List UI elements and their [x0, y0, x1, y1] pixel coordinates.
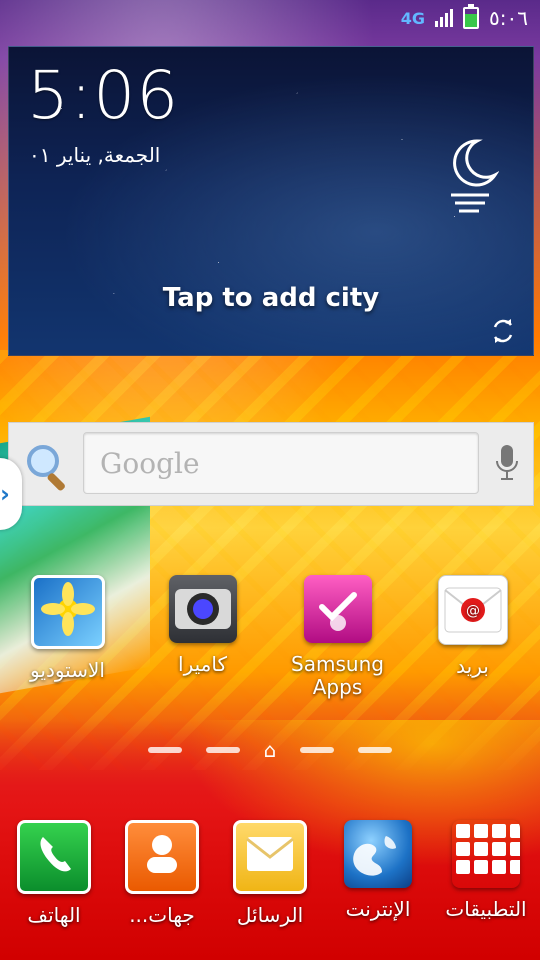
page-indicator: ⌂	[0, 738, 540, 762]
add-city-prompt[interactable]: Tap to add city	[9, 283, 533, 313]
search-placeholder: Google	[100, 447, 200, 480]
page-dot[interactable]	[205, 747, 240, 753]
mic-icon[interactable]	[495, 443, 519, 483]
status-bar: 4G ٥:٠٦	[0, 0, 540, 36]
apps-grid-icon	[452, 820, 520, 888]
app-label: Samsung Apps	[291, 652, 384, 699]
page-dot[interactable]	[358, 747, 393, 753]
widget-date: الجمعة, يناير ٠١	[29, 143, 161, 167]
app-camera[interactable]: كاميرا	[143, 575, 263, 715]
contacts-icon	[125, 820, 199, 894]
google-search-field[interactable]: Google	[83, 432, 479, 494]
dock-label: التطبيقات	[445, 897, 527, 921]
dock-label: الرسائل	[236, 903, 304, 927]
app-label: بريد	[456, 654, 489, 678]
dock-label: جهات...	[129, 903, 195, 927]
signal-icon	[435, 9, 454, 27]
refresh-icon[interactable]	[489, 317, 517, 345]
dock-label: الإنترنت	[345, 897, 411, 921]
weather-widget[interactable]: 5:06 الجمعة, يناير ٠١ Tap to add city	[8, 46, 534, 356]
samsung-apps-icon	[303, 575, 372, 643]
home-screen-apps: الاستوديو كاميرا Samsung Apps @ بريد	[0, 575, 540, 715]
page-dot[interactable]	[300, 747, 335, 753]
magnifier-icon[interactable]	[21, 439, 77, 495]
dock-apps[interactable]: التطبيقات	[432, 820, 540, 940]
widget-time: 5:06	[27, 57, 180, 134]
app-gallery[interactable]: الاستوديو	[8, 575, 128, 715]
status-time: ٥:٠٦	[489, 6, 528, 30]
dock-label: الهاتف	[27, 903, 81, 927]
moon-icon	[451, 139, 499, 213]
dock-messages[interactable]: الرسائل	[216, 820, 324, 940]
chevron-right-icon: ›	[0, 480, 10, 508]
google-search-widget: Google	[8, 422, 534, 506]
phone-icon	[17, 820, 91, 894]
dock-internet[interactable]: الإنترنت	[324, 820, 432, 940]
dock-contacts[interactable]: جهات...	[108, 820, 216, 940]
app-email[interactable]: @ بريد	[413, 575, 533, 715]
home-page-icon[interactable]: ⌂	[264, 740, 277, 760]
battery-level	[465, 13, 478, 27]
camera-icon	[168, 575, 237, 643]
page-dot[interactable]	[147, 747, 182, 753]
network-type: 4G	[400, 8, 426, 28]
email-icon: @	[437, 575, 508, 645]
app-label: الاستوديو	[30, 658, 105, 682]
gallery-icon	[30, 575, 105, 649]
dock: الهاتف جهات... الرسائل الإنترنت التطبيقا…	[0, 820, 540, 940]
dock-phone[interactable]: الهاتف	[0, 820, 108, 940]
app-samsung-apps[interactable]: Samsung Apps	[278, 575, 398, 715]
battery-icon	[463, 4, 480, 29]
svg-text:@: @	[466, 603, 480, 619]
app-label: كاميرا	[178, 652, 227, 676]
side-panel-handle[interactable]: ›	[0, 458, 22, 530]
internet-icon	[344, 820, 412, 888]
messages-icon	[233, 820, 307, 894]
